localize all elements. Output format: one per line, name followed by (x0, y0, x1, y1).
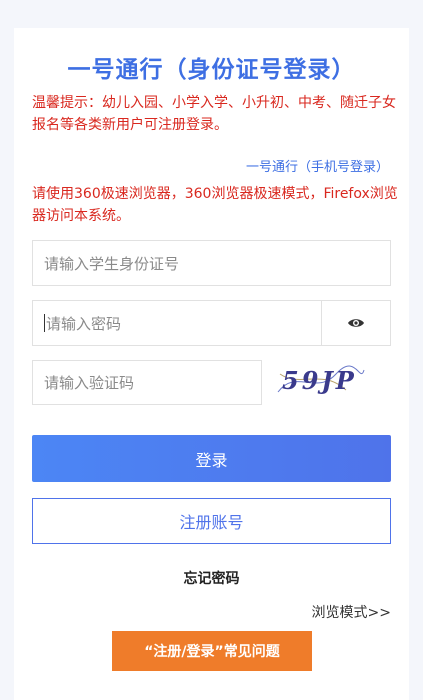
phone-login-link[interactable]: 一号通行（手机号登录） (246, 156, 389, 175)
eye-icon (348, 319, 364, 327)
text-caret (44, 314, 45, 332)
id-number-input[interactable]: 请输入学生身份证号 (32, 240, 391, 286)
browser-notice: 请使用360极速浏览器，360浏览器极速模式，Firefox浏览器访问本系统。 (32, 186, 398, 224)
captcha-text: 59JP (282, 366, 357, 395)
notice-text: 温馨提示：幼儿入园、小学入学、小升初、中考、随迁子女报名等各类新用户可注册登录。 (32, 95, 396, 133)
faq-button[interactable]: “注册/登录”常见问题 (112, 631, 312, 671)
password-placeholder: 请输入密码 (46, 314, 122, 333)
captcha-input[interactable]: 请输入验证码 (32, 360, 262, 405)
captcha-placeholder: 请输入验证码 (44, 374, 135, 392)
login-button[interactable]: 登录 (32, 435, 391, 482)
password-visibility-toggle[interactable] (321, 300, 391, 346)
register-button[interactable]: 注册账号 (32, 498, 391, 544)
id-number-placeholder: 请输入学生身份证号 (44, 254, 180, 273)
page-title: 一号通行（身份证号登录） (67, 57, 356, 83)
password-input[interactable]: 请输入密码 (32, 300, 322, 346)
forgot-password-link[interactable]: 忘记密码 (0, 568, 423, 588)
browse-mode-link[interactable]: 浏览模式>> (312, 602, 391, 622)
captcha-image[interactable]: 59JP (276, 362, 366, 398)
